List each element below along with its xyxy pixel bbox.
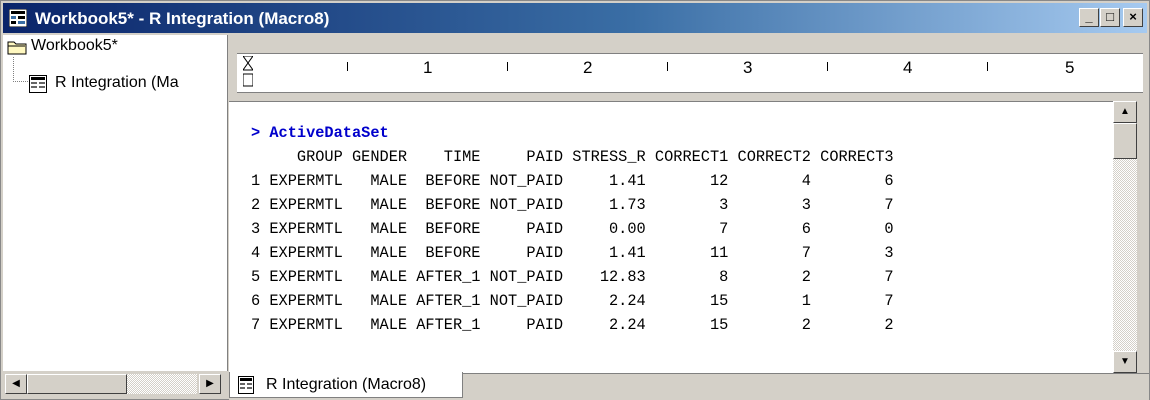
table-row: 5 EXPERMTL MALE AFTER_1 NOT_PAID 12.83 8… xyxy=(251,268,894,286)
window-title: Workbook5* - R Integration (Macro8) xyxy=(35,9,330,28)
document-frame: 1 2 3 4 5 > ActiveDataSet GROUP GENDER T… xyxy=(229,35,1149,374)
indent-marker-icon[interactable] xyxy=(243,56,253,88)
sheet-icon xyxy=(29,75,47,93)
table-row: 2 EXPERMTL MALE BEFORE NOT_PAID 1.73 3 3… xyxy=(251,196,894,214)
scroll-left-button[interactable]: ◀ xyxy=(5,374,27,394)
table-row: 7 EXPERMTL MALE AFTER_1 PAID 2.24 15 2 2 xyxy=(251,316,894,334)
app-window: Workbook5* - R Integration (Macro8) _ □ … xyxy=(0,0,1150,400)
table-header: GROUP GENDER TIME PAID STRESS_R CORRECT1… xyxy=(251,148,894,166)
ruler-tick xyxy=(347,62,348,71)
tree-pane: Workbook5* R Integration (Ma xyxy=(3,35,228,371)
tree-item-selected[interactable]: R Integration (Ma xyxy=(29,73,227,95)
ruler-tick xyxy=(667,62,668,71)
ruler-number: 3 xyxy=(743,58,753,77)
table-row: 1 EXPERMTL MALE BEFORE NOT_PAID 1.41 12 … xyxy=(251,172,894,190)
table-row: 4 EXPERMTL MALE BEFORE PAID 1.41 11 7 3 xyxy=(251,244,894,262)
scroll-up-button[interactable]: ▲ xyxy=(1113,101,1137,123)
sheet-tab-bar: R Integration (Macro8) xyxy=(229,372,1149,400)
table-row: 3 EXPERMTL MALE BEFORE PAID 0.00 7 6 0 xyxy=(251,220,894,238)
table-row: 6 EXPERMTL MALE AFTER_1 NOT_PAID 2.24 15… xyxy=(251,292,894,310)
minimize-button[interactable]: _ xyxy=(1079,8,1099,27)
console-command: > ActiveDataSet xyxy=(251,124,389,142)
scroll-thumb[interactable] xyxy=(1113,123,1137,159)
sheet-icon xyxy=(238,376,254,394)
ruler-tick xyxy=(827,62,828,71)
tree-root-workbook[interactable]: Workbook5* xyxy=(31,37,118,55)
vertical-scrollbar[interactable]: ▲ ▼ xyxy=(1113,101,1137,373)
ruler-number: 5 xyxy=(1065,58,1075,77)
tab-r-integration[interactable]: R Integration (Macro8) xyxy=(229,372,463,398)
workbook-icon xyxy=(9,9,27,27)
close-button[interactable]: × xyxy=(1123,8,1143,27)
ruler-tick xyxy=(507,62,508,71)
console-output[interactable]: > ActiveDataSet GROUP GENDER TIME PAID S… xyxy=(229,101,1113,374)
ruler-number: 4 xyxy=(903,58,913,77)
restore-button[interactable]: □ xyxy=(1100,8,1120,27)
scroll-thumb[interactable] xyxy=(27,374,127,394)
tree-horizontal-scrollbar[interactable]: ◀ ▶ xyxy=(3,372,227,396)
tab-label: R Integration (Macro8) xyxy=(266,376,427,393)
scroll-down-button[interactable]: ▼ xyxy=(1113,351,1137,373)
scroll-track[interactable] xyxy=(127,374,197,394)
ruler-number: 2 xyxy=(583,58,593,77)
ruler-number: 1 xyxy=(423,58,433,77)
folder-icon xyxy=(7,41,27,55)
ruler-tick xyxy=(987,62,988,71)
tree-item-label: R Integration (Ma xyxy=(55,74,179,91)
ruler: 1 2 3 4 5 xyxy=(237,53,1143,93)
title-bar[interactable]: Workbook5* - R Integration (Macro8) _ □ … xyxy=(3,3,1147,33)
scroll-right-button[interactable]: ▶ xyxy=(199,374,221,394)
ruler-dots xyxy=(261,66,1143,68)
tree-connector xyxy=(13,57,28,82)
